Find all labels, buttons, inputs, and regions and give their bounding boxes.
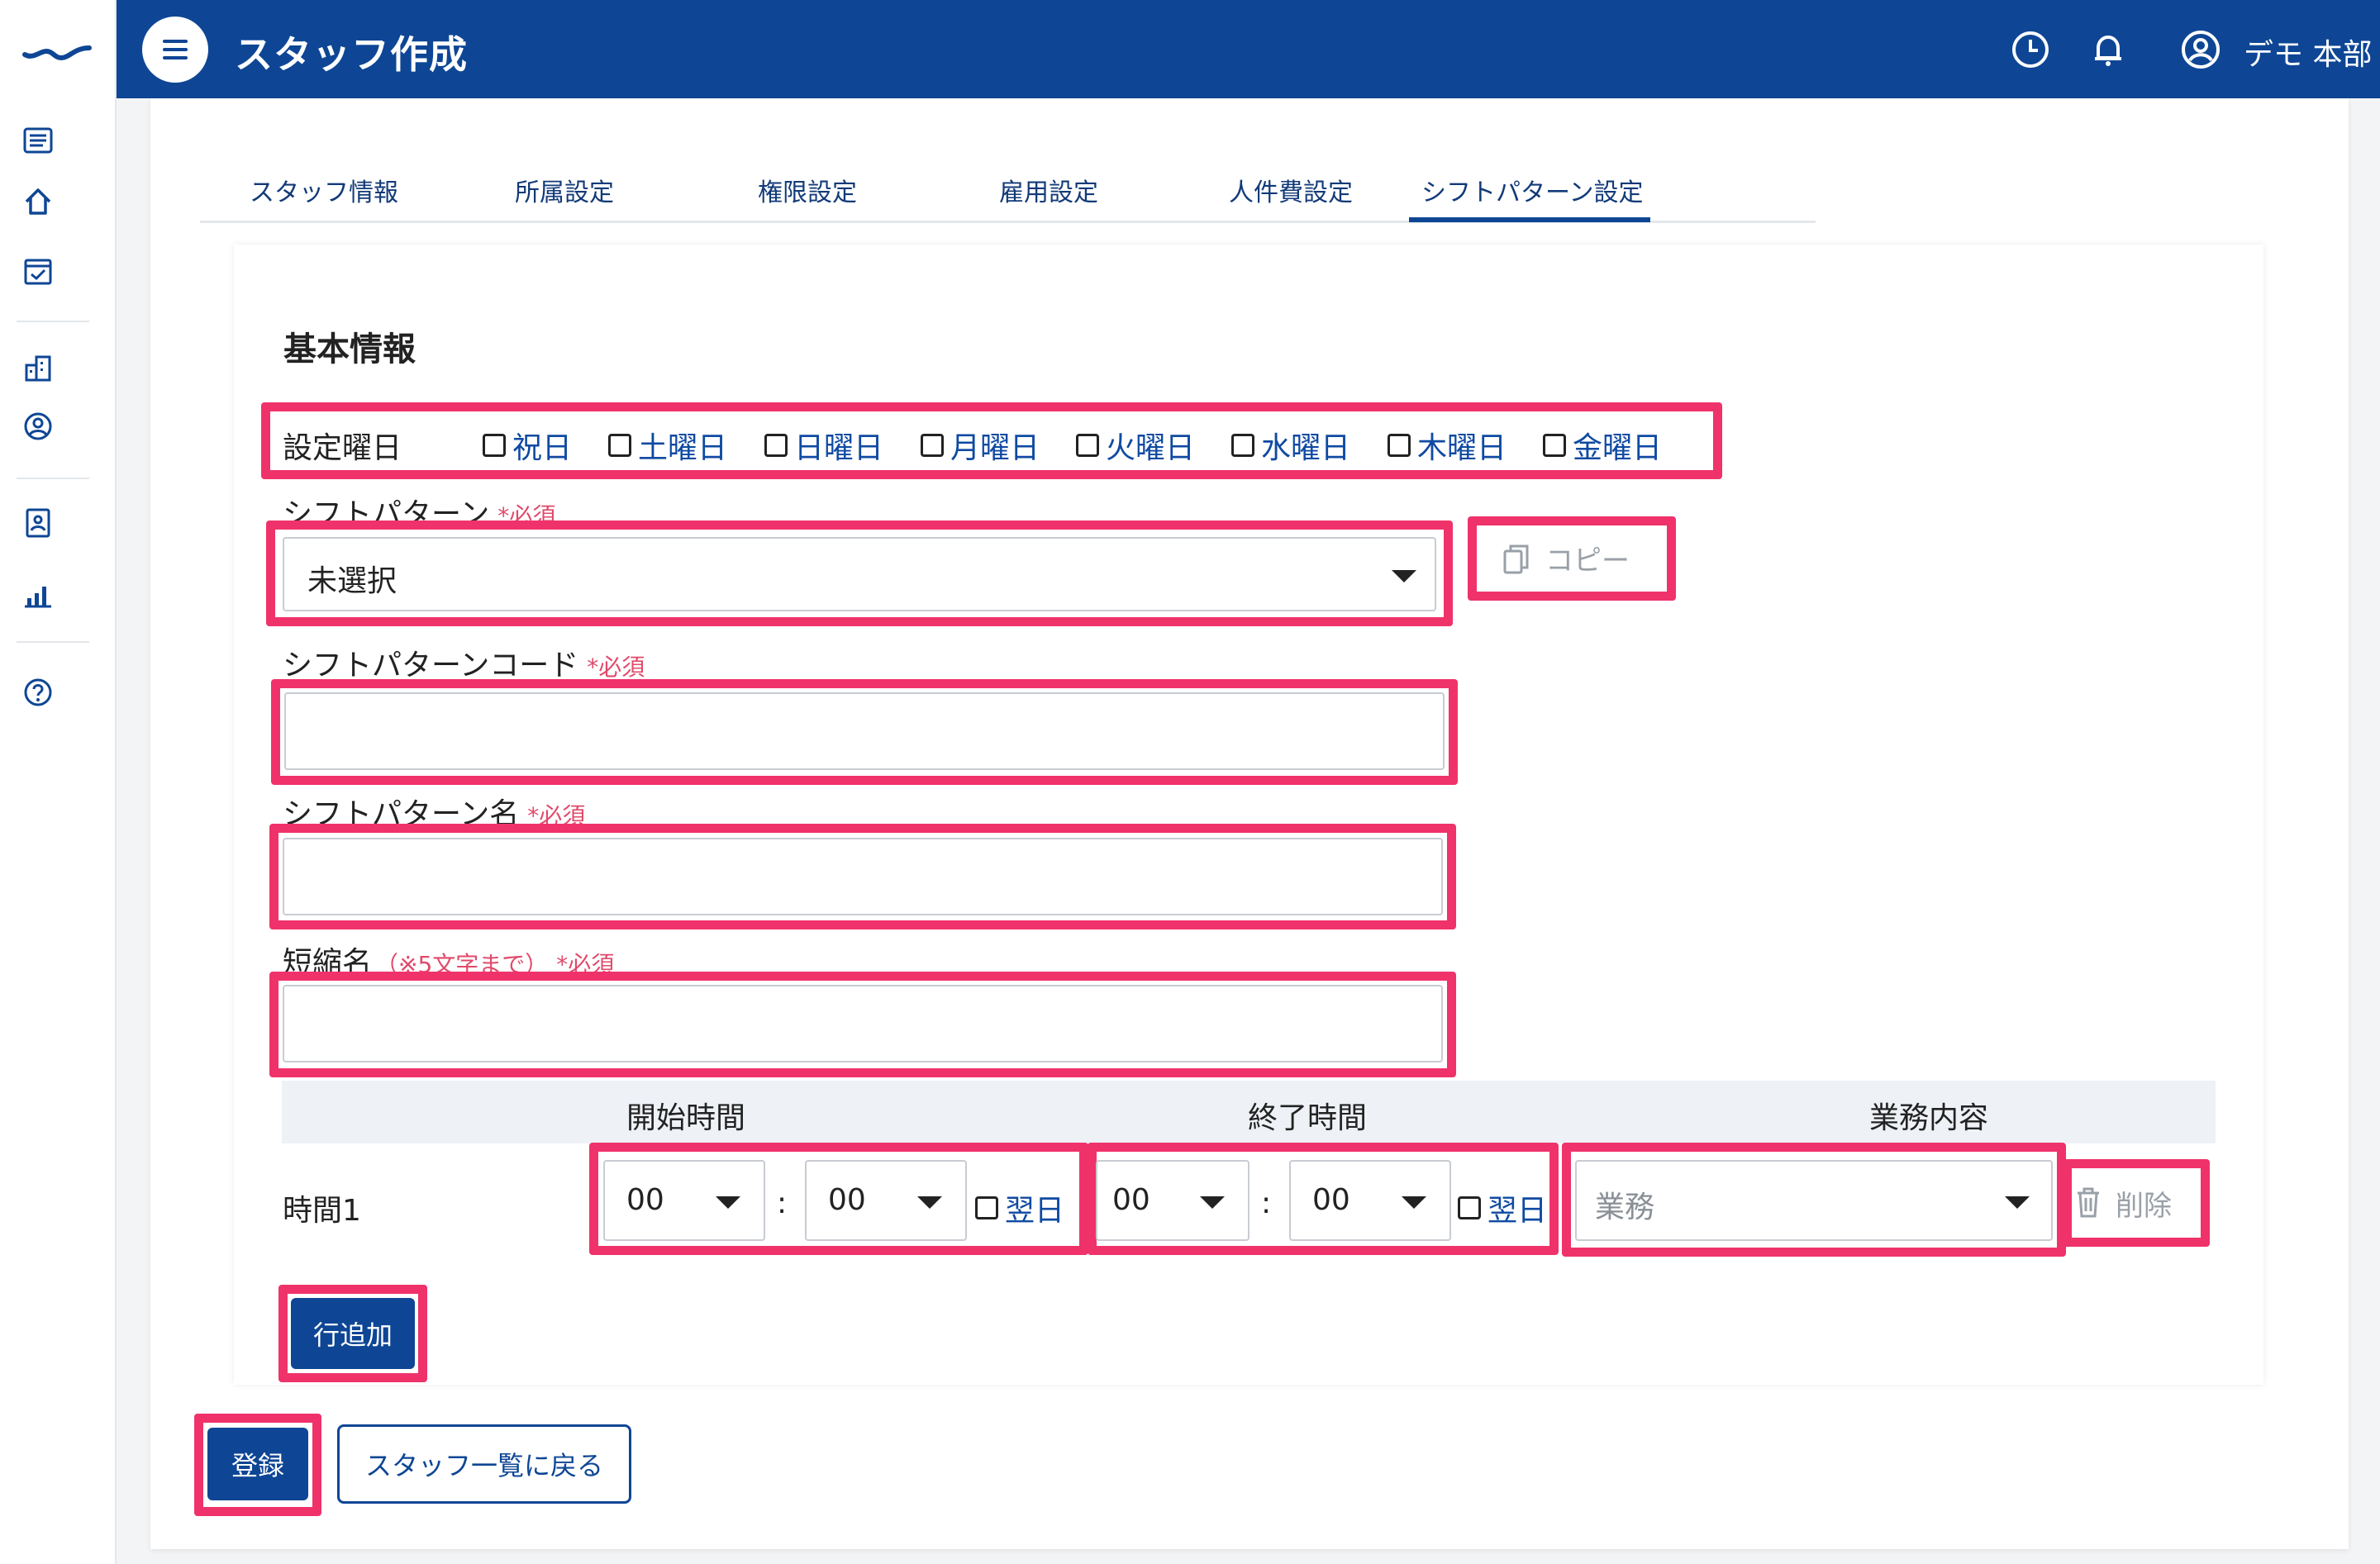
user-name[interactable]: デモ 本部 bbox=[2244, 31, 2372, 74]
copy-icon bbox=[1503, 544, 1529, 574]
start-hour-select[interactable]: 00 bbox=[603, 1160, 765, 1241]
chevron-down-icon bbox=[1200, 1196, 1225, 1209]
tab-staff-info[interactable]: スタッフ情報 bbox=[250, 172, 398, 208]
delete-button[interactable]: 削除 bbox=[2074, 1181, 2198, 1224]
list-icon[interactable] bbox=[20, 122, 56, 159]
account-icon[interactable] bbox=[2179, 28, 2222, 71]
weekday-checkbox[interactable]: 金曜日 bbox=[1543, 424, 1662, 467]
rail-divider bbox=[17, 478, 89, 479]
help-icon[interactable] bbox=[20, 674, 56, 711]
time-separator: : bbox=[777, 1186, 788, 1220]
time-row-label: 時間1 bbox=[283, 1194, 361, 1228]
top-header: スタッフ作成 デモ 本部 bbox=[117, 0, 2380, 98]
chevron-down-icon bbox=[716, 1196, 740, 1209]
weekday-checkbox[interactable]: 火曜日 bbox=[1076, 424, 1195, 467]
task-select[interactable]: 業務 bbox=[1575, 1160, 2053, 1241]
id-badge-icon[interactable] bbox=[20, 504, 56, 540]
shift-pattern-select[interactable]: 未選択 bbox=[283, 537, 1436, 611]
building-icon[interactable] bbox=[20, 350, 56, 387]
weekday-checkbox[interactable]: 水曜日 bbox=[1231, 424, 1350, 467]
hamburger-menu-button[interactable] bbox=[142, 17, 208, 83]
tab-employment[interactable]: 雇用設定 bbox=[999, 172, 1098, 208]
trash-icon bbox=[2078, 1187, 2099, 1218]
tab-permissions[interactable]: 権限設定 bbox=[758, 172, 857, 208]
end-time-header: 終了時間 bbox=[1248, 1101, 1368, 1135]
bell-icon[interactable] bbox=[2087, 28, 2130, 71]
left-nav-rail bbox=[0, 0, 117, 1564]
start-time-header: 開始時間 bbox=[626, 1101, 746, 1135]
end-hour-select[interactable]: 00 bbox=[1096, 1160, 1250, 1241]
weekday-checkbox[interactable]: 日曜日 bbox=[764, 424, 883, 467]
calendar-check-icon[interactable] bbox=[20, 253, 56, 289]
rail-divider bbox=[17, 321, 89, 322]
end-minute-select[interactable]: 00 bbox=[1289, 1160, 1451, 1241]
home-icon[interactable] bbox=[20, 183, 56, 220]
start-minute-select[interactable]: 00 bbox=[805, 1160, 967, 1241]
back-to-staff-list-button[interactable]: スタッフ一覧に戻る bbox=[337, 1424, 631, 1504]
tab-shift-pattern[interactable]: シフトパターン設定 bbox=[1421, 172, 1644, 208]
chevron-down-icon bbox=[1392, 570, 1416, 582]
shift-code-label: シフトパターンコード *必須 bbox=[283, 649, 645, 682]
chevron-down-icon bbox=[1402, 1196, 1426, 1209]
user-circle-icon[interactable] bbox=[20, 408, 56, 444]
weekday-checkbox[interactable]: 木曜日 bbox=[1388, 424, 1507, 467]
page-title: スタッフ作成 bbox=[235, 32, 468, 77]
rail-divider bbox=[17, 641, 89, 643]
short-name-input[interactable] bbox=[283, 985, 1443, 1062]
weekday-checkbox[interactable]: 祝日 bbox=[483, 424, 572, 467]
time-separator: : bbox=[1261, 1186, 1272, 1220]
task-header: 業務内容 bbox=[1869, 1101, 1989, 1135]
bar-chart-icon[interactable] bbox=[20, 577, 56, 613]
weekday-checkbox[interactable]: 土曜日 bbox=[608, 424, 727, 467]
brand-logo bbox=[22, 45, 92, 61]
shift-name-input[interactable] bbox=[283, 838, 1443, 915]
weekday-checkbox[interactable]: 月曜日 bbox=[921, 424, 1040, 467]
add-row-button[interactable]: 行追加 bbox=[291, 1298, 415, 1369]
start-next-day-checkbox[interactable]: 翌日 bbox=[975, 1186, 1064, 1229]
active-tab-indicator bbox=[1409, 217, 1650, 222]
tab-affiliation[interactable]: 所属設定 bbox=[515, 172, 614, 208]
chevron-down-icon bbox=[917, 1196, 942, 1209]
copy-button[interactable]: コピー bbox=[1484, 526, 1664, 594]
shift-code-input[interactable] bbox=[284, 692, 1445, 770]
tab-labor-cost[interactable]: 人件費設定 bbox=[1229, 172, 1353, 208]
register-button[interactable]: 登録 bbox=[207, 1428, 308, 1500]
section-title: 基本情報 bbox=[283, 330, 416, 368]
end-next-day-checkbox[interactable]: 翌日 bbox=[1458, 1186, 1547, 1229]
chevron-down-icon bbox=[2005, 1196, 2030, 1209]
weekday-label: 設定曜日 bbox=[283, 431, 402, 465]
clock-icon[interactable] bbox=[2009, 28, 2052, 71]
